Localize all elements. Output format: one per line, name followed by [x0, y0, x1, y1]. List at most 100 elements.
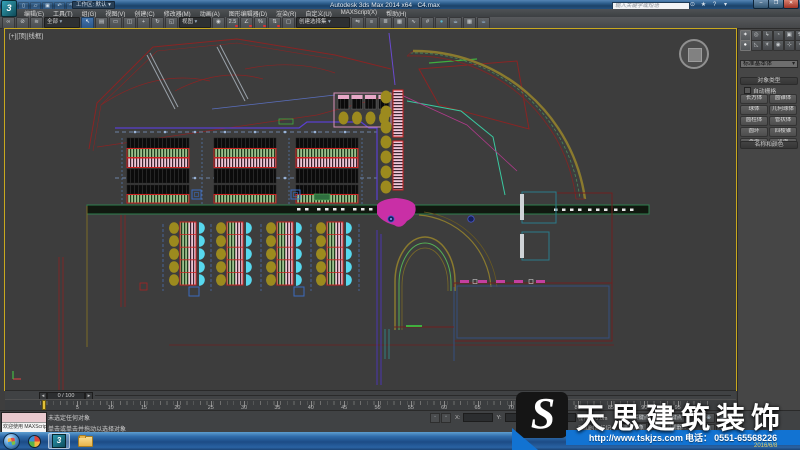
graphite-ribbon-icon[interactable]: ▦: [393, 17, 406, 29]
mirror-icon[interactable]: ⇋: [351, 17, 364, 29]
viewcube-top-face[interactable]: [688, 48, 702, 62]
listener-output-row[interactable]: 欢迎使用 MAXScript: [2, 423, 46, 432]
select-and-scale-icon[interactable]: ◱: [165, 17, 178, 29]
command-panel: ✶◎↳◔▣⚒ ●◺☀◉⊹≈⚙ ▾ 标准基本体 对象类型 自动栅格 长方体圆锥体球…: [737, 29, 800, 410]
menu-bar: 编辑(E)工具(T)组(G)视图(V)创建(C)修改器(M)动画(A)图形编辑器…: [0, 9, 800, 17]
selection-lock-icon[interactable]: ◦: [430, 413, 440, 423]
listener-macro-row[interactable]: [2, 413, 46, 423]
primitive-button-1[interactable]: 长方体: [740, 94, 768, 104]
select-and-rotate-icon[interactable]: ↻: [151, 17, 164, 29]
reference-coordinate-dropdown[interactable]: 视图 ▾: [179, 17, 211, 28]
align-icon[interactable]: ≡: [365, 17, 378, 29]
primitive-button-4[interactable]: 几何球体: [769, 105, 797, 115]
primitive-category-dropdown[interactable]: ▾ 标准基本体: [740, 60, 798, 68]
edit-named-selection-sets-icon[interactable]: ▢: [282, 17, 295, 29]
minimize-button[interactable]: –: [753, 0, 769, 9]
primitive-buttons: 长方体圆锥体球体几何球体圆柱体管状体圆环四棱锥茶壶平面: [740, 94, 798, 148]
snap-toggle-icon[interactable]: 2.5: [226, 17, 239, 29]
object-type-rollout[interactable]: 对象类型: [740, 77, 798, 85]
tab-hierarchy[interactable]: ↳: [762, 30, 773, 41]
subtab-cameras[interactable]: ◉: [773, 40, 784, 51]
star-favorites-icon[interactable]: ★: [699, 2, 708, 9]
rectangular-selection-region-icon[interactable]: ▭: [109, 17, 122, 29]
tab-create[interactable]: ✶: [740, 30, 751, 41]
window-crossing-icon[interactable]: ◫: [123, 17, 136, 29]
select-by-name-icon[interactable]: ▤: [95, 17, 108, 29]
primitive-button-5[interactable]: 圆柱体: [740, 116, 768, 126]
coord-field-x[interactable]: [463, 413, 493, 422]
named-selection-sets-dropdown[interactable]: 创建选择集 ▾: [296, 17, 350, 28]
tab-motion[interactable]: ◔: [773, 30, 784, 41]
search-icon[interactable]: ⊙: [688, 2, 697, 9]
help-icon[interactable]: ?: [710, 2, 719, 9]
start-button[interactable]: [3, 433, 20, 450]
absolute-offset-icon[interactable]: ▫: [441, 413, 451, 423]
application-menu-button[interactable]: 3: [1, 0, 17, 17]
curve-editor-icon[interactable]: ∿: [407, 17, 420, 29]
bind-to-space-warp-icon[interactable]: ≋: [30, 17, 43, 29]
selection-status: 未选定任何对象: [48, 413, 90, 422]
taskbar-item-3dsmax[interactable]: 3: [48, 433, 70, 449]
taskbar-item-browser[interactable]: [23, 433, 45, 449]
render-production-icon[interactable]: ☕: [477, 17, 490, 29]
windows-logo-icon: [8, 438, 16, 446]
site-plan-drawing: [5, 29, 736, 390]
track-bar-frame-marker[interactable]: [42, 400, 46, 410]
primitive-button-8[interactable]: 四棱锥: [769, 127, 797, 137]
taskbar-item-explorer[interactable]: [74, 433, 96, 449]
subtab-geometry[interactable]: ●: [740, 40, 751, 51]
maximize-button[interactable]: ❐: [768, 0, 784, 9]
infocenter-icons: ⊙★?▾: [688, 0, 730, 7]
primitive-button-3[interactable]: 球体: [740, 105, 768, 115]
command-panel-tabs: ✶◎↳◔▣⚒: [740, 30, 800, 41]
render-setup-icon[interactable]: ☕: [449, 17, 462, 29]
viewport-label[interactable]: [+][顶][线框]: [9, 30, 43, 40]
desktop: Autodesk 3ds Max 2014 x64 C4.max 3 ▯▱▣↶↷…: [0, 0, 800, 450]
percent-snap-icon[interactable]: %: [254, 17, 267, 29]
angle-snap-icon[interactable]: ∠: [240, 17, 253, 29]
primitive-button-7[interactable]: 圆环: [740, 127, 768, 137]
subtab-lights[interactable]: ☀: [762, 40, 773, 51]
viewport-top[interactable]: [+][顶][线框]: [5, 29, 736, 390]
tab-modify[interactable]: ◎: [751, 30, 762, 41]
primitive-button-6[interactable]: 管状体: [769, 116, 797, 126]
select-and-link-icon[interactable]: ∞: [2, 17, 15, 29]
watermark-date: 2016/6/8: [754, 443, 777, 449]
material-editor-icon[interactable]: ●: [435, 17, 448, 29]
spinner-snap-icon[interactable]: ⇅: [268, 17, 281, 29]
chevron-down-icon: ▾: [58, 19, 62, 25]
window-title: Autodesk 3ds Max 2014 x64 C4.max: [330, 2, 440, 9]
tab-utilities[interactable]: ⚒: [795, 30, 800, 41]
maxscript-mini-listener[interactable]: 欢迎使用 MAXScript: [1, 412, 47, 433]
coord-label-y: Y:: [496, 415, 501, 421]
infocenter-arrow-icon[interactable]: ▾: [721, 2, 730, 9]
main-toolbar: ∞⊘≋全部 ▾↖▤▭◫+↻◱视图 ▾◉2.5∠%⇅▢创建选择集 ▾⇋≡≣▦∿#●…: [0, 17, 800, 29]
select-and-move-icon[interactable]: +: [137, 17, 150, 29]
layer-manager-icon[interactable]: ≣: [379, 17, 392, 29]
subtab-shapes[interactable]: ◺: [751, 40, 762, 51]
schematic-view-icon[interactable]: #: [421, 17, 434, 29]
browser-icon: [28, 435, 41, 448]
chevron-down-icon: ▾: [193, 19, 197, 25]
rendered-frame-icon[interactable]: ▦: [463, 17, 476, 29]
tab-display[interactable]: ▣: [784, 30, 795, 41]
subtab-spacewarps[interactable]: ≈: [795, 40, 800, 51]
subtab-helpers[interactable]: ⊹: [784, 40, 795, 51]
chevron-down-icon: ▾: [108, 2, 111, 8]
name-color-rollout[interactable]: 名称和颜色: [740, 141, 798, 149]
viewcube[interactable]: [679, 39, 709, 69]
select-object-icon[interactable]: ↖: [81, 17, 94, 29]
menu-maxscriptx[interactable]: MAXScript(X): [341, 10, 377, 16]
quick-access-toolbar: ▯▱▣↶↷: [18, 0, 77, 8]
use-pivot-center-icon[interactable]: ◉: [212, 17, 225, 29]
watermark-logo-letter: S: [520, 388, 566, 440]
watermark-brand-text: 天思建筑装饰: [576, 395, 786, 437]
close-button[interactable]: ✕: [783, 0, 799, 9]
unlink-selection-icon[interactable]: ⊘: [16, 17, 29, 29]
app-title: Autodesk 3ds Max 2014 x64: [330, 2, 412, 9]
primitive-button-2[interactable]: 圆锥体: [769, 94, 797, 104]
create-subcategory-tabs: ●◺☀◉⊹≈⚙: [740, 40, 800, 51]
folder-icon: [78, 436, 93, 447]
autogrid-checkbox[interactable]: [744, 87, 751, 94]
selection-filter-dropdown[interactable]: 全部 ▾: [44, 17, 80, 28]
